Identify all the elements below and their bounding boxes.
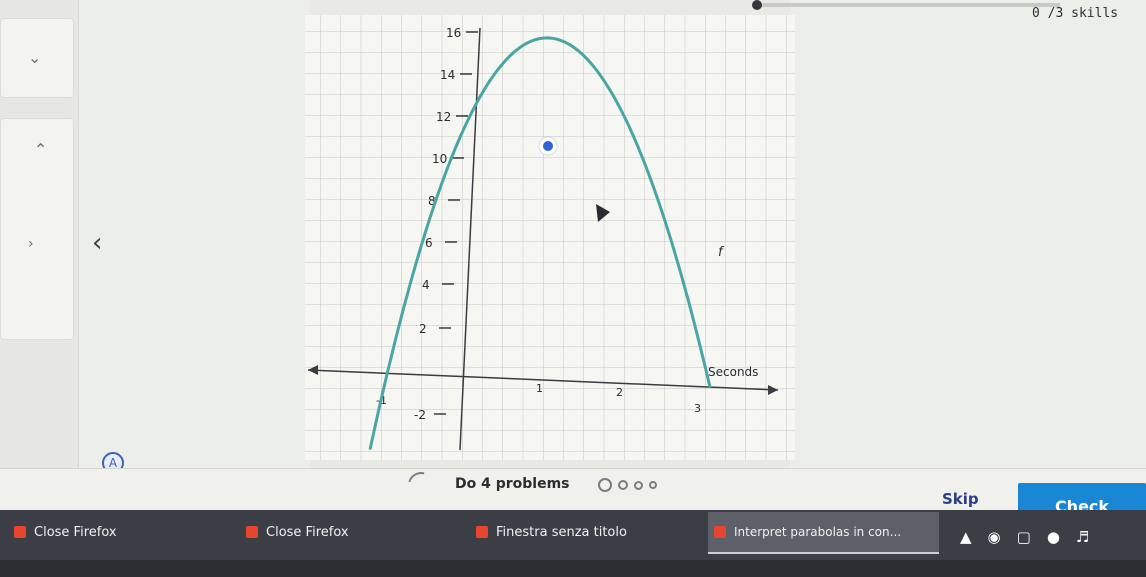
chevron-down-icon[interactable]: ⌄ [28,48,41,67]
taskbar-item-label: Close Firefox [266,524,349,540]
problems-counter: Do 4 problems [455,476,570,492]
taskbar-bottom-strip [0,560,1146,577]
chevron-left-icon[interactable]: ‹ [92,228,102,258]
taskbar-item-label: Close Firefox [34,524,117,540]
system-tray: ▲ ◉ ▢ ● ♬ [960,528,1089,546]
parabola-graph[interactable]: 161412108642-2 -11 23 Seconds f [300,10,800,465]
bell-icon[interactable]: ▲ [960,528,972,546]
x-tick-label: 2 [616,386,623,399]
x-axis-label: Seconds [708,365,758,379]
chevron-right-icon[interactable]: › [28,236,34,252]
skip-button[interactable]: Skip [942,490,979,508]
y-tick-label: -2 [414,408,426,422]
movable-point[interactable] [543,141,553,151]
right-panel [790,0,1146,470]
app-icon [714,526,726,538]
chevron-up-icon[interactable]: ⌃ [34,140,47,159]
problem-dot [618,480,628,490]
network-icon[interactable]: ◉ [988,528,1001,546]
sync-icon[interactable]: ● [1047,528,1060,546]
y-tick-label: 12 [436,110,451,124]
window-icon[interactable]: ▢ [1017,528,1031,546]
taskbar-item[interactable]: Close Firefox [246,512,461,552]
y-tick-label: 2 [419,322,427,336]
progress-bar [760,3,1060,7]
y-tick-label: 10 [432,152,447,166]
app-icon [14,526,26,538]
taskbar-item-label: Interpret parabolas in con... [734,525,902,539]
problem-dot [649,481,657,489]
taskbar-item[interactable]: Close Firefox [14,512,234,552]
skills-counter: 0 /3 skills [1032,6,1119,21]
y-tick-label: 4 [422,278,430,292]
app-icon [476,526,488,538]
taskbar-item-active[interactable]: Interpret parabolas in con... [708,512,939,554]
y-tick-label: 14 [440,68,455,82]
taskbar-item-label: Finestra senza titolo [496,524,627,540]
progress-dot [752,0,762,10]
problem-dot [634,480,643,490]
problem-dot [598,478,612,492]
problem-dots [598,478,657,492]
y-tick-label: 16 [446,26,461,40]
y-tick-label: 6 [425,236,433,250]
taskbar-item[interactable]: Finestra senza titolo [476,512,701,552]
x-tick-label: 1 [536,382,543,395]
x-tick-label: 3 [694,402,701,415]
volume-icon[interactable]: ♬ [1076,528,1089,546]
app-icon [246,526,258,538]
